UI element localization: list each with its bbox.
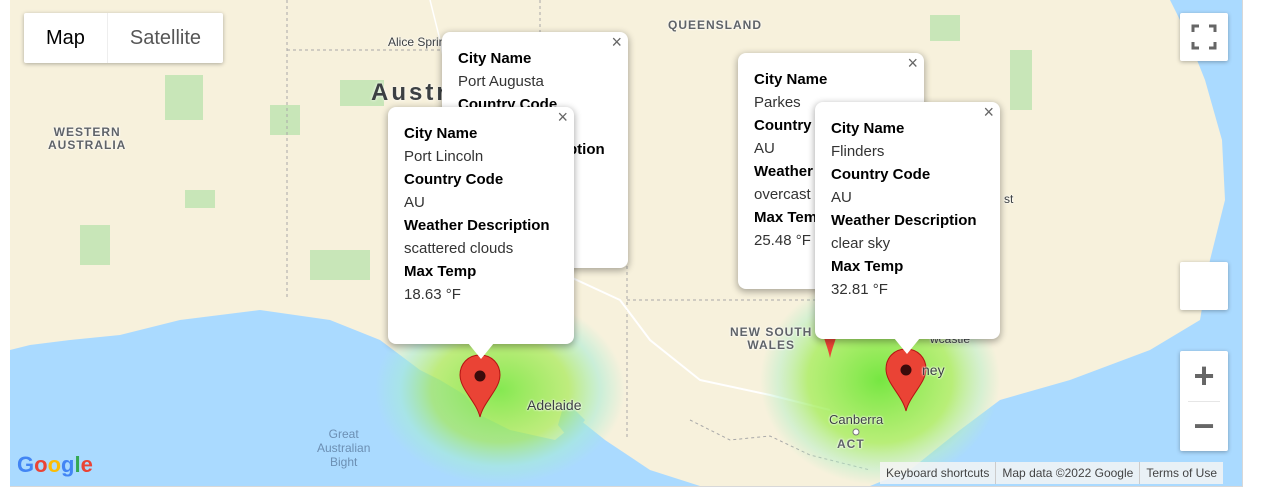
label-queensland: QUEENSLAND <box>668 18 763 32</box>
street-view-button[interactable] <box>1180 262 1228 310</box>
label-sydney: ney <box>922 362 945 378</box>
info-window-flinders: × City Name Flinders Country Code AU Wea… <box>815 102 1000 354</box>
label-weather-description: Weather Description <box>831 212 977 229</box>
map-frame[interactable]: QUEENSLAND WESTERN AUSTRALIA NEW SOUTH W… <box>10 0 1243 487</box>
keyboard-shortcuts-link[interactable]: Keyboard shortcuts <box>880 462 995 484</box>
label-country-code: Country Code <box>404 171 504 188</box>
label-australia: Austr <box>371 79 449 106</box>
label-western-australia: WESTERN AUSTRALIA <box>48 125 127 152</box>
label-coast-fragment: st <box>1004 192 1014 206</box>
label-weather-description: Weather Description <box>404 217 550 234</box>
map-type-control: Map Satellite <box>24 13 224 63</box>
value-country: AU <box>831 189 852 206</box>
attribution-bar: Keyboard shortcuts Map data ©2022 Google… <box>880 462 1224 484</box>
label-max-temp: Max Temp <box>831 258 904 275</box>
fullscreen-button[interactable] <box>1180 13 1228 61</box>
label-act: ACT <box>837 437 865 451</box>
label-city-name: City Name <box>458 50 532 67</box>
value-city: Flinders <box>831 143 885 160</box>
zoom-in-button[interactable]: + <box>1180 351 1228 401</box>
label-city-name: City Name <box>831 120 905 137</box>
label-city-name: City Name <box>754 71 828 88</box>
label-country-code: Country Code <box>831 166 931 183</box>
label-adelaide: Adelaide <box>527 397 582 413</box>
canberra-dot <box>852 428 860 436</box>
google-logo[interactable]: Google <box>17 452 93 478</box>
value-city: Port Augusta <box>458 73 544 90</box>
map-type-map-button[interactable]: Map <box>24 13 108 63</box>
label-nsw: NEW SOUTH WALES <box>730 325 813 352</box>
close-icon[interactable]: × <box>557 107 568 128</box>
zoom-out-button[interactable]: − <box>1180 401 1228 451</box>
label-alice-springs: Alice Sprin <box>388 35 446 49</box>
label-max-temp: Max Temp <box>404 263 477 280</box>
value-country: AU <box>404 194 425 211</box>
info-window-tail <box>468 343 494 359</box>
terms-of-use-link[interactable]: Terms of Use <box>1139 462 1223 484</box>
value-weather: clear sky <box>831 235 891 252</box>
info-window-tail <box>894 338 920 354</box>
close-icon[interactable]: × <box>983 102 994 123</box>
value-city: Port Lincoln <box>404 148 484 165</box>
value-max-temp: 32.81 °F <box>831 281 888 298</box>
close-icon[interactable]: × <box>611 32 622 53</box>
fullscreen-icon <box>1191 24 1217 50</box>
label-great-australian-bight: Great Australian Bight <box>317 427 371 469</box>
map-data-text: Map data ©2022 Google <box>995 462 1139 484</box>
zoom-control: + − <box>1180 351 1228 451</box>
info-window-port-lincoln: × City Name Port Lincoln Country Code AU… <box>388 107 574 359</box>
close-icon[interactable]: × <box>907 53 918 74</box>
label-city-name: City Name <box>404 125 478 142</box>
map-type-satellite-button[interactable]: Satellite <box>108 13 223 63</box>
label-canberra: Canberra <box>829 412 884 427</box>
value-max-temp: 18.63 °F <box>404 286 461 303</box>
value-weather: scattered clouds <box>404 240 514 257</box>
